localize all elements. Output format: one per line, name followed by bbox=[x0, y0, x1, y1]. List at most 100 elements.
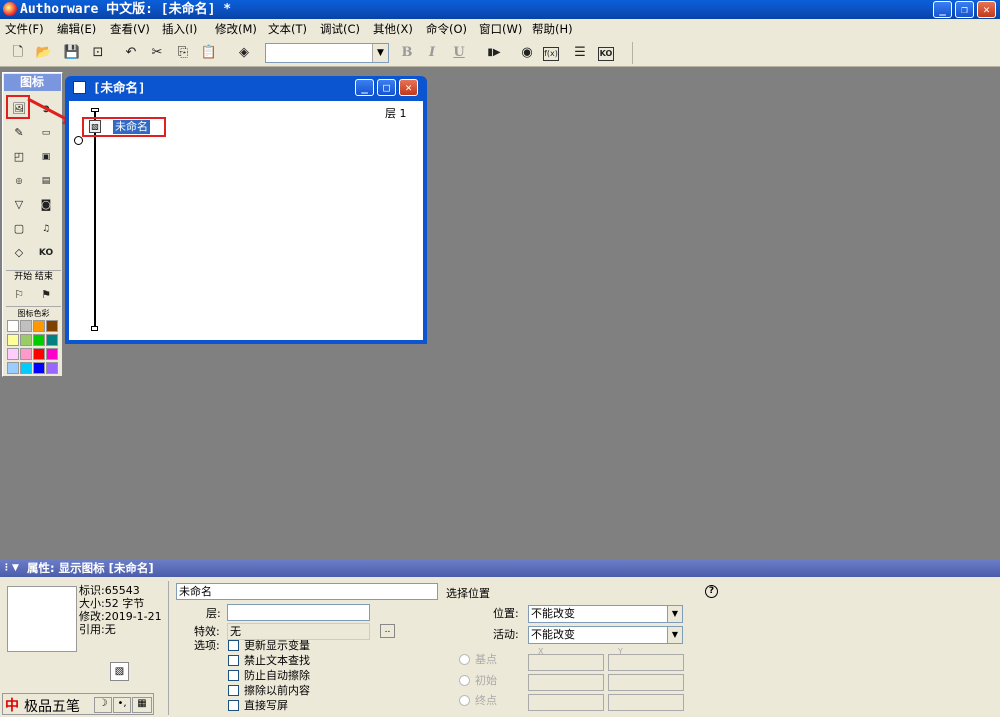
color-swatch[interactable] bbox=[33, 320, 45, 332]
design-close-button[interactable]: ✕ bbox=[399, 79, 418, 96]
cut-icon[interactable]: ✂ bbox=[148, 44, 166, 62]
layer-field[interactable] bbox=[227, 604, 370, 621]
no-text-search-checkbox[interactable] bbox=[228, 655, 239, 666]
save-all-icon[interactable]: 💾 bbox=[63, 44, 81, 62]
end-flag-icon[interactable]: ⚑ bbox=[36, 284, 56, 304]
underline-icon[interactable]: U bbox=[450, 44, 468, 62]
sound-icon[interactable]: ♫ bbox=[36, 218, 56, 238]
end-radio[interactable] bbox=[459, 695, 470, 706]
collapse-icon[interactable]: ▼ bbox=[12, 559, 19, 577]
video-icon[interactable]: ◇ bbox=[9, 242, 29, 262]
color-swatch[interactable] bbox=[33, 334, 45, 346]
color-swatch[interactable] bbox=[20, 362, 32, 374]
color-swatch[interactable] bbox=[46, 334, 58, 346]
menu-debug[interactable]: 调试(C) bbox=[320, 19, 360, 39]
color-swatch[interactable] bbox=[33, 348, 45, 360]
menu-insert[interactable]: 插入(I) bbox=[162, 19, 197, 39]
soft-keyboard-icon[interactable]: ▦ bbox=[132, 697, 152, 713]
color-swatch[interactable] bbox=[7, 334, 19, 346]
info-refs: 引用:无 bbox=[79, 623, 116, 636]
close-button[interactable]: ✕ bbox=[977, 1, 996, 18]
initial-x-field[interactable] bbox=[528, 674, 604, 691]
find-icon[interactable]: ◈ bbox=[235, 44, 253, 62]
knowledge-objects-icon[interactable]: KO bbox=[598, 47, 614, 61]
flowline-canvas[interactable]: 层 1 ▧ 未命名 bbox=[69, 101, 423, 340]
help-icon[interactable]: ? bbox=[705, 585, 718, 598]
ime-name[interactable]: 极品五笔 bbox=[24, 696, 80, 716]
color-swatch[interactable] bbox=[7, 362, 19, 374]
activity-select[interactable]: 不能改变 ▼ bbox=[528, 626, 683, 644]
calculation-icon[interactable]: ▽ bbox=[9, 194, 29, 214]
effect-field: 无 bbox=[227, 623, 370, 640]
chevron-down-icon[interactable]: ▼ bbox=[667, 606, 682, 622]
bold-icon[interactable]: B bbox=[398, 44, 416, 62]
half-width-icon[interactable]: ☽ bbox=[94, 697, 112, 713]
font-combo[interactable]: ▼ bbox=[265, 43, 389, 63]
color-swatch[interactable] bbox=[46, 362, 58, 374]
update-variables-checkbox[interactable] bbox=[228, 640, 239, 651]
menu-view[interactable]: 查看(V) bbox=[110, 19, 150, 39]
design-maximize-button[interactable]: □ bbox=[377, 79, 396, 96]
copy-icon[interactable]: ⎘ bbox=[174, 44, 192, 62]
control-panel-icon[interactable]: ◉ bbox=[518, 44, 536, 62]
paste-icon[interactable]: 📋 bbox=[200, 44, 218, 62]
effect-browse-button[interactable]: .. bbox=[380, 624, 395, 638]
grip-icon: ⋮ bbox=[2, 563, 11, 573]
chevron-down-icon[interactable]: ▼ bbox=[372, 44, 388, 62]
open-icon-button[interactable]: ▧ bbox=[110, 662, 129, 681]
base-radio[interactable] bbox=[459, 654, 470, 665]
color-swatch[interactable] bbox=[7, 320, 19, 332]
functions-icon[interactable]: f(x) bbox=[543, 47, 559, 61]
navigate-icon[interactable]: ◰ bbox=[9, 146, 29, 166]
open-icon[interactable]: 📂 bbox=[35, 44, 53, 62]
menu-help[interactable]: 帮助(H) bbox=[532, 19, 573, 39]
end-y-field[interactable] bbox=[608, 694, 684, 711]
menu-other[interactable]: 其他(X) bbox=[373, 19, 413, 39]
framework-icon[interactable]: ▣ bbox=[36, 146, 56, 166]
base-y-field[interactable] bbox=[608, 654, 684, 671]
run-icon[interactable]: ▮▶ bbox=[485, 44, 503, 62]
initial-y-field[interactable] bbox=[608, 674, 684, 691]
menu-window[interactable]: 窗口(W) bbox=[479, 19, 522, 39]
undo-icon[interactable]: ↶ bbox=[122, 44, 140, 62]
prevent-auto-erase-checkbox[interactable] bbox=[228, 670, 239, 681]
color-swatch[interactable] bbox=[46, 320, 58, 332]
color-swatch[interactable] bbox=[20, 320, 32, 332]
color-swatch[interactable] bbox=[20, 334, 32, 346]
color-swatch[interactable] bbox=[7, 348, 19, 360]
position-select[interactable]: 不能改变 ▼ bbox=[528, 605, 683, 623]
end-x-field[interactable] bbox=[528, 694, 604, 711]
variables-icon[interactable]: ☰ bbox=[571, 44, 589, 62]
digital-movie-icon[interactable]: ▢ bbox=[9, 218, 29, 238]
erase-previous-checkbox[interactable] bbox=[228, 685, 239, 696]
italic-icon[interactable]: I bbox=[423, 44, 441, 62]
map-icon[interactable]: ◙ bbox=[36, 194, 56, 214]
menu-text[interactable]: 文本(T) bbox=[268, 19, 307, 39]
direct-to-screen-checkbox[interactable] bbox=[228, 700, 239, 711]
authorware-app-icon[interactable] bbox=[3, 2, 17, 16]
import-icon[interactable]: ⊡ bbox=[89, 44, 107, 62]
base-x-field[interactable] bbox=[528, 654, 604, 671]
color-swatch[interactable] bbox=[33, 362, 45, 374]
chevron-down-icon[interactable]: ▼ bbox=[667, 627, 682, 643]
design-window-icon bbox=[73, 81, 86, 94]
design-minimize-button[interactable]: _ bbox=[355, 79, 374, 96]
color-swatch[interactable] bbox=[20, 348, 32, 360]
interaction-icon[interactable]: ▤ bbox=[36, 170, 56, 190]
menu-commands[interactable]: 命令(O) bbox=[426, 19, 467, 39]
ime-logo-icon[interactable]: 中 bbox=[5, 695, 19, 715]
paste-hand-icon[interactable] bbox=[74, 136, 83, 145]
menu-modify[interactable]: 修改(M) bbox=[215, 19, 257, 39]
menu-edit[interactable]: 编辑(E) bbox=[57, 19, 96, 39]
color-swatch[interactable] bbox=[46, 348, 58, 360]
punctuation-icon[interactable]: •, bbox=[113, 697, 131, 713]
decision-icon[interactable]: ◎ bbox=[9, 170, 29, 190]
icon-name-field[interactable]: 未命名 bbox=[176, 583, 438, 600]
restore-button[interactable]: ❐ bbox=[955, 1, 974, 18]
menu-file[interactable]: 文件(F) bbox=[5, 19, 44, 39]
minimize-button[interactable]: _ bbox=[933, 1, 952, 18]
initial-radio[interactable] bbox=[459, 675, 470, 686]
new-file-icon[interactable]: 🗋 bbox=[9, 44, 27, 62]
knowledge-object-icon[interactable]: KO bbox=[36, 242, 56, 262]
start-flag-icon[interactable]: ⚐ bbox=[9, 284, 29, 304]
